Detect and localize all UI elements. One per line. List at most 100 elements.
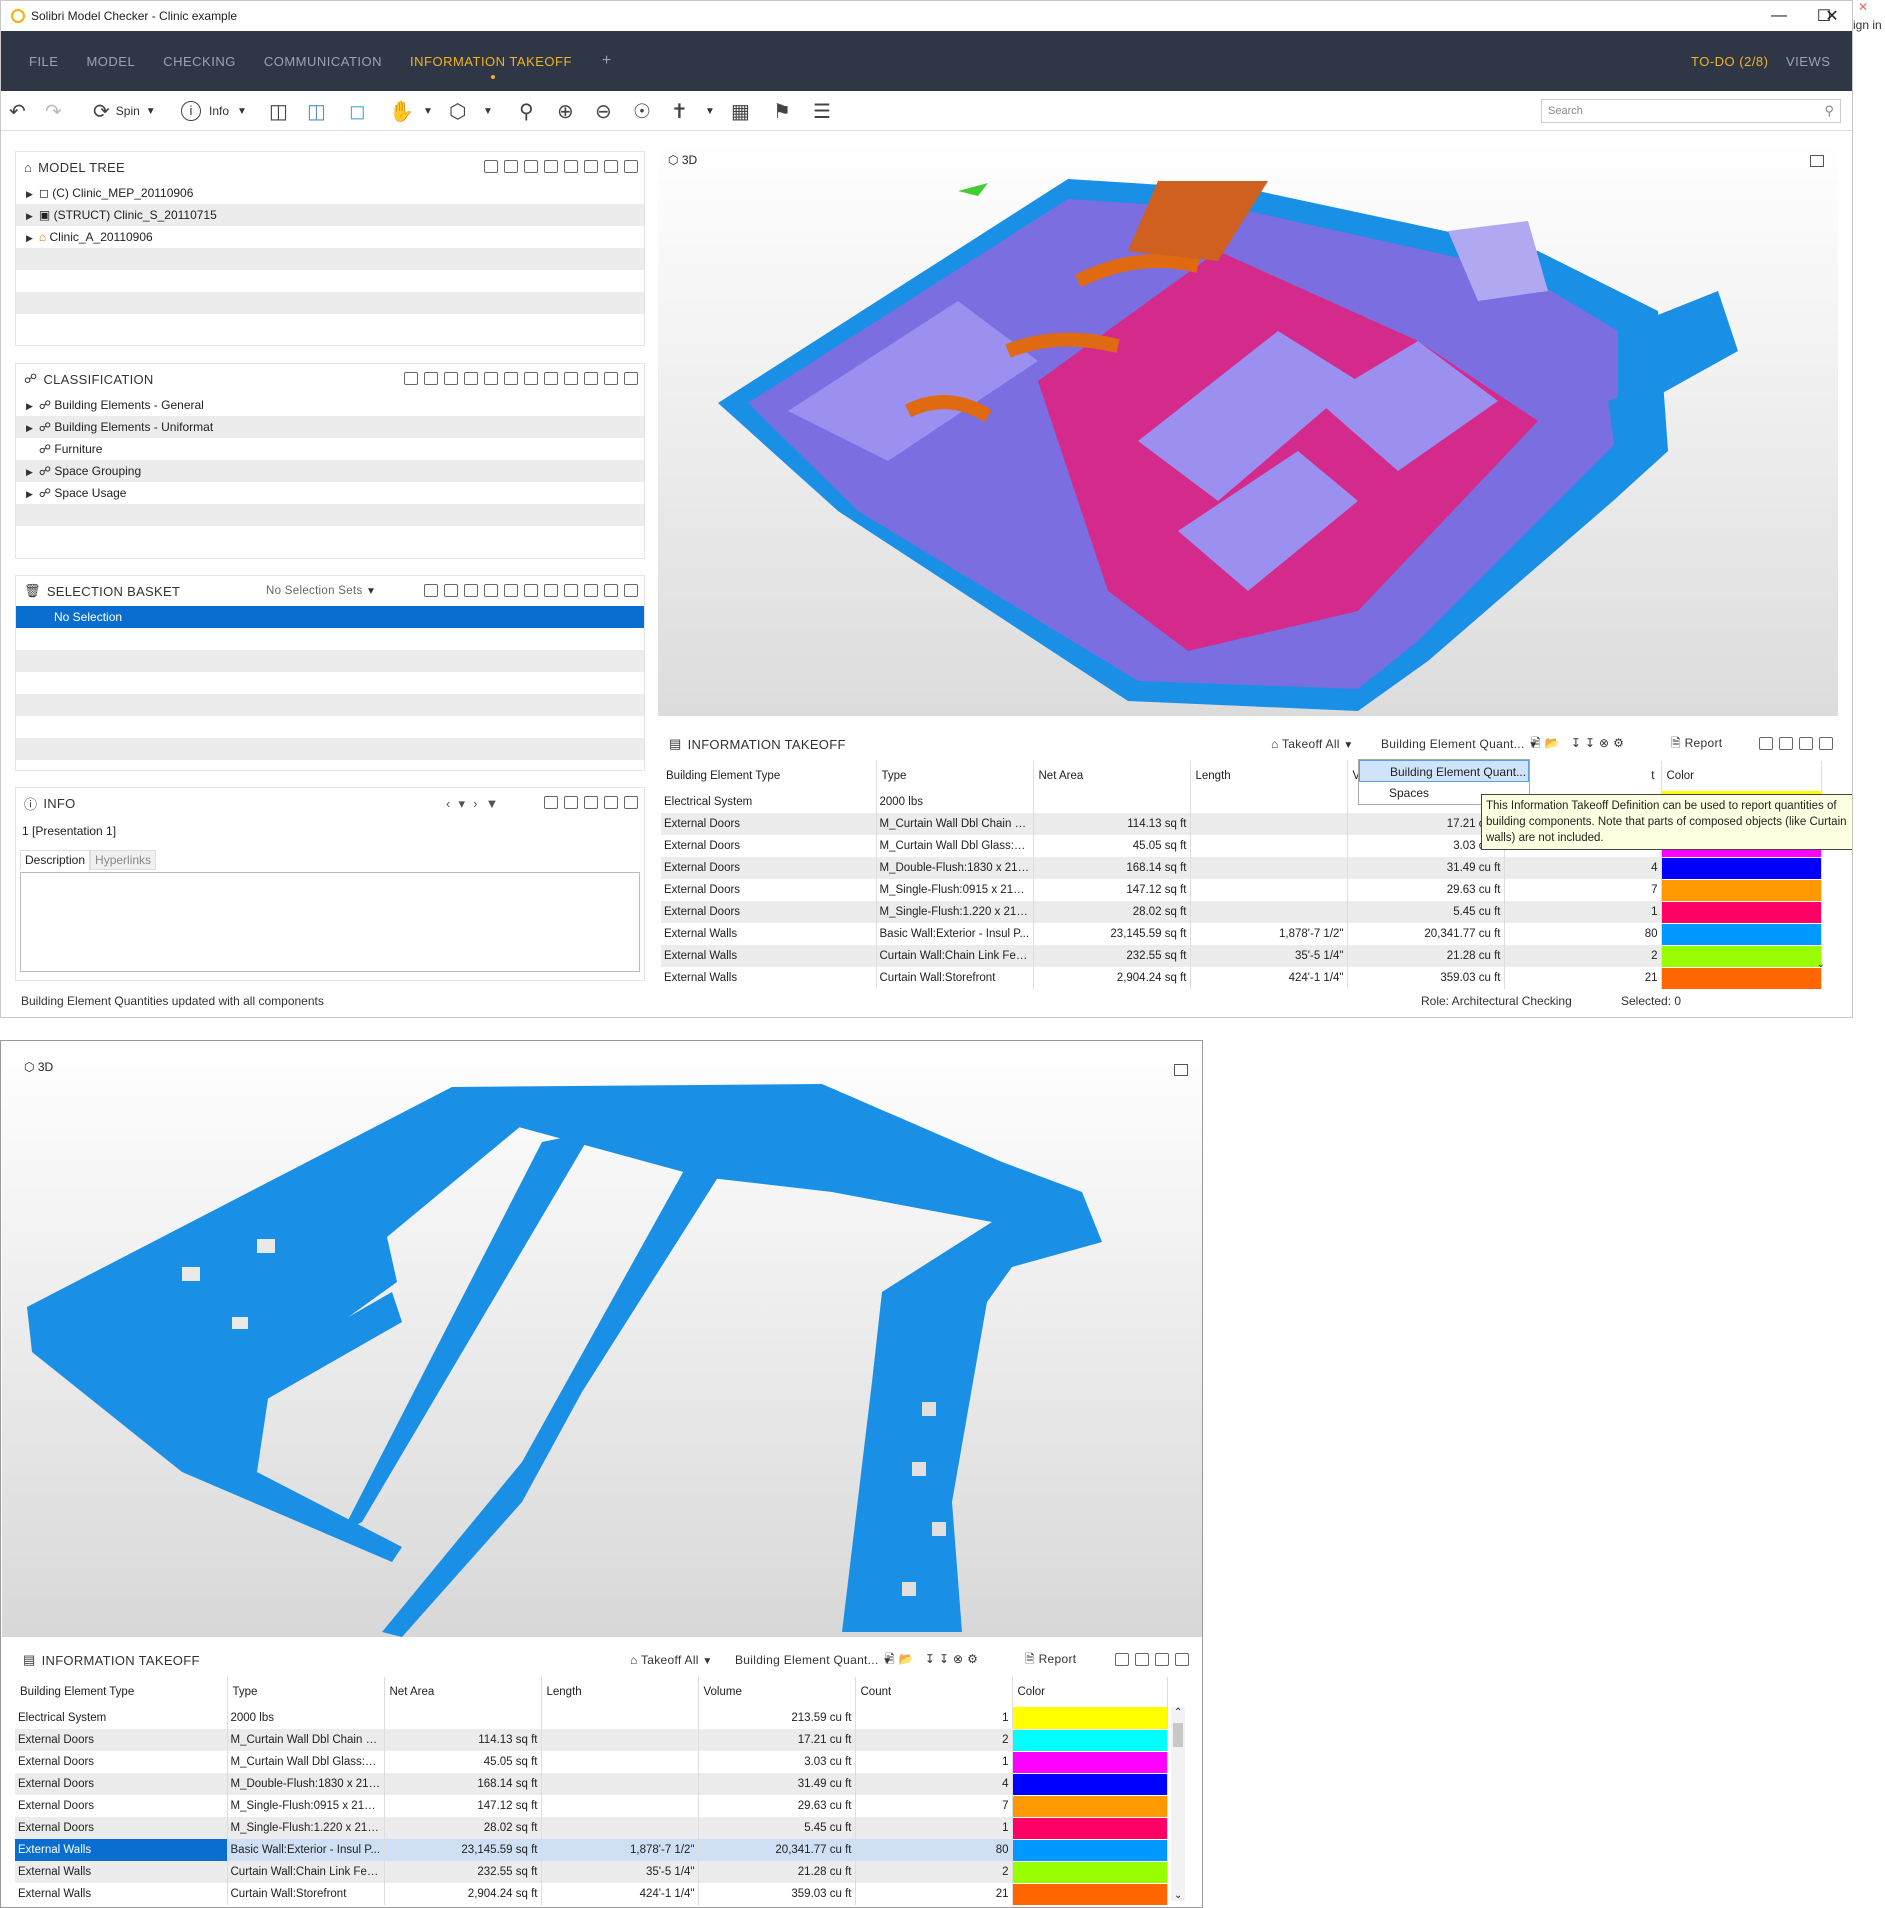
close-icon[interactable]: ✕ xyxy=(1809,1,1852,31)
todo-link[interactable]: TO-DO (2/8) xyxy=(1691,31,1769,91)
3d-view[interactable]: ⬡ 3D xyxy=(658,141,1838,716)
menu-information-takeoff[interactable]: INFORMATION TAKEOFF xyxy=(410,54,572,79)
col-color[interactable]: Color xyxy=(1661,761,1822,791)
takeoff-tool-icons[interactable]: 🗎📂 ↧↧⊗⚙ xyxy=(1531,734,1628,755)
takeoff-tool-icons[interactable]: 🗎📂 ↧↧⊗⚙ xyxy=(885,1650,982,1671)
col-type[interactable]: Type xyxy=(876,761,1034,791)
tree-item[interactable]: ▶ ◻ (C) Clinic_MEP_20110906 xyxy=(16,182,644,204)
report-button[interactable]: 🗎 Report xyxy=(1671,734,1722,755)
table-row[interactable]: Electrical System2000 lbs 213.59 cu ft1 xyxy=(15,1707,1168,1730)
menu-communication[interactable]: COMMUNICATION xyxy=(264,54,382,69)
table-row[interactable]: External Doors M_Double-Flush:1830 x 213.… xyxy=(661,857,1822,880)
scrollbar-thumb[interactable] xyxy=(1173,1723,1183,1747)
report-button[interactable]: 🗎 Report xyxy=(1025,1650,1076,1671)
table-row[interactable]: External Doors M_Curtain Wall Dbl Glass:M… xyxy=(15,1751,1168,1774)
table-row[interactable]: External Doors M_Double-Flush:1830 x 213.… xyxy=(15,1773,1168,1796)
menu-file[interactable]: FILE xyxy=(29,54,58,69)
takeoff-all-button[interactable]: ⌂ Takeoff All ▼ xyxy=(630,1653,713,1667)
info-tools[interactable] xyxy=(544,796,638,809)
zoom-fit-icon[interactable]: ⚲ xyxy=(519,99,534,123)
takeoff-tools[interactable] xyxy=(1759,737,1833,750)
spin-button[interactable]: ⟳ Spin ▼ xyxy=(93,99,156,123)
selection-item[interactable]: No Selection xyxy=(16,606,644,628)
table-row[interactable]: External Walls Curtain Wall:Storefront 2,9… xyxy=(15,1883,1168,1906)
classification-item[interactable]: ▶ ☍ Space Usage xyxy=(16,482,644,504)
col-length[interactable]: Length xyxy=(541,1677,699,1707)
zoom-in-icon[interactable]: ⊕ xyxy=(557,99,574,123)
table-row[interactable]: External Walls Curtain Wall:Storefront 2,9… xyxy=(661,967,1822,990)
search-input[interactable]: Search ⚲ xyxy=(1541,99,1841,123)
definition-dropdown[interactable]: Building Element Quant... ▼ xyxy=(735,1653,892,1667)
classification-item[interactable]: ▶ ☍ Building Elements - General xyxy=(16,394,644,416)
description-box[interactable] xyxy=(20,872,640,972)
definition-dropdown[interactable]: Building Element Quant... ▼ xyxy=(1381,737,1538,751)
table-row[interactable]: External Doors M_Single-Flush:0915 x 2134… xyxy=(661,879,1822,902)
transparent-boxes-icon[interactable]: ◫ xyxy=(307,99,326,123)
menu-checking[interactable]: CHECKING xyxy=(163,54,236,69)
tab-description[interactable]: Description xyxy=(20,850,91,870)
col-net-area[interactable]: Net Area xyxy=(384,1677,542,1707)
table-row[interactable]: External Walls Basic Wall:Exterior - Insu… xyxy=(661,923,1822,946)
redo-icon[interactable]: ↷ xyxy=(45,99,62,123)
cursor-icon[interactable]: ✝ xyxy=(671,99,688,123)
takeoff-title: INFORMATION TAKEOFF xyxy=(687,736,846,752)
section-plane-icon[interactable]: ▦ xyxy=(731,99,750,123)
zoom-window-icon[interactable]: ☉ xyxy=(633,99,651,123)
tree-item[interactable]: ▶ ⌂ Clinic_A_20110906 xyxy=(16,226,644,248)
undo-icon[interactable]: ↶ xyxy=(9,99,26,123)
col-net-area[interactable]: Net Area xyxy=(1033,761,1191,791)
hand-icon[interactable]: ✋ xyxy=(389,99,414,123)
col-volume[interactable]: Volume xyxy=(698,1677,856,1707)
info-nav[interactable]: ‹ ▾ › ▼ xyxy=(446,796,499,812)
add-tab-button[interactable]: + xyxy=(602,52,612,70)
scroll-down-icon[interactable]: ⌄ xyxy=(1174,1890,1182,1901)
table-row[interactable]: External Walls Basic Wall:Exterior - Insu… xyxy=(15,1839,1168,1862)
chevron-down-icon[interactable]: ▼ xyxy=(705,99,715,123)
scroll-up-icon[interactable]: ⌃ xyxy=(1174,1707,1182,1718)
scroll-down-icon[interactable]: ⌄ xyxy=(1817,959,1825,970)
selection-basket-tools[interactable] xyxy=(424,584,638,597)
table-row[interactable]: External Doors M_Single-Flush:0915 x 2134… xyxy=(15,1795,1168,1818)
table-row[interactable]: External Walls Curtain Wall:Chain Link Fe… xyxy=(15,1861,1168,1884)
col-element-type[interactable]: Building Element Type xyxy=(661,761,877,791)
classification-item[interactable]: ▶ ☍ Building Elements - Uniformat xyxy=(16,416,644,438)
selection-sets-dropdown[interactable]: No Selection Sets ▼ xyxy=(266,585,376,597)
chevron-down-icon[interactable]: ▼ xyxy=(423,99,433,123)
takeoff-all-button[interactable]: ⌂ Takeoff All ▼ xyxy=(1271,737,1354,751)
views-link[interactable]: VIEWS xyxy=(1786,31,1830,91)
tab-hyperlinks[interactable]: Hyperlinks xyxy=(90,850,157,870)
classification-item[interactable]: ▶ ☍ Space Grouping xyxy=(16,460,644,482)
chevron-down-icon[interactable]: ▼ xyxy=(483,99,493,123)
takeoff-tools[interactable] xyxy=(1115,1653,1189,1666)
cube-icon[interactable]: ⬡ xyxy=(449,99,466,123)
col-type[interactable]: Type xyxy=(227,1677,385,1707)
table-row[interactable]: External Doors M_Single-Flush:1.220 x 213… xyxy=(661,901,1822,924)
takeoff-header: ▤ INFORMATION TAKEOFF ⌂ Takeoff All ▼ Bu… xyxy=(661,729,1839,759)
basket-icon: 🗑 xyxy=(24,583,41,598)
cube-blue-icon[interactable]: ◻ xyxy=(349,99,366,123)
dropdown-option-building-element[interactable]: Building Element Quant... xyxy=(1359,760,1529,782)
boxes-icon[interactable]: ◫ xyxy=(269,99,288,123)
sign-in-link[interactable]: ign in xyxy=(1853,18,1885,32)
layers-icon[interactable]: ☰ xyxy=(813,99,831,123)
zoom-out-icon[interactable]: ⊖ xyxy=(595,99,612,123)
table-row[interactable]: External Doors M_Curtain Wall Dbl Chain L… xyxy=(15,1729,1168,1752)
spin-icon: ⟳ xyxy=(93,100,110,123)
cell-net-area xyxy=(1033,791,1191,813)
map-icon[interactable]: ⚑ xyxy=(773,99,791,123)
3d-view-walls[interactable]: ⬡ 3D xyxy=(2,1042,1202,1637)
col-count[interactable]: Count xyxy=(855,1677,1013,1707)
table-row[interactable]: External Walls Curtain Wall:Chain Link Fe… xyxy=(661,945,1822,968)
col-length[interactable]: Length xyxy=(1190,761,1348,791)
minimize-button[interactable]: — xyxy=(1756,1,1802,31)
tree-item[interactable]: ▶ ▣ (STRUCT) Clinic_S_20110715 xyxy=(16,204,644,226)
vertical-scrollbar[interactable]: ⌃ ⌄ xyxy=(1171,1707,1185,1901)
classification-tools[interactable] xyxy=(404,372,638,385)
col-color[interactable]: Color xyxy=(1012,1677,1168,1707)
model-tree-tools[interactable] xyxy=(484,160,638,173)
classification-item[interactable]: ▶☍ Furniture xyxy=(16,438,644,460)
col-element-type[interactable]: Building Element Type xyxy=(15,1677,228,1707)
info-button[interactable]: i Info ▼ xyxy=(181,99,247,123)
table-row[interactable]: External Doors M_Single-Flush:1.220 x 213… xyxy=(15,1817,1168,1840)
menu-model[interactable]: MODEL xyxy=(86,54,135,69)
